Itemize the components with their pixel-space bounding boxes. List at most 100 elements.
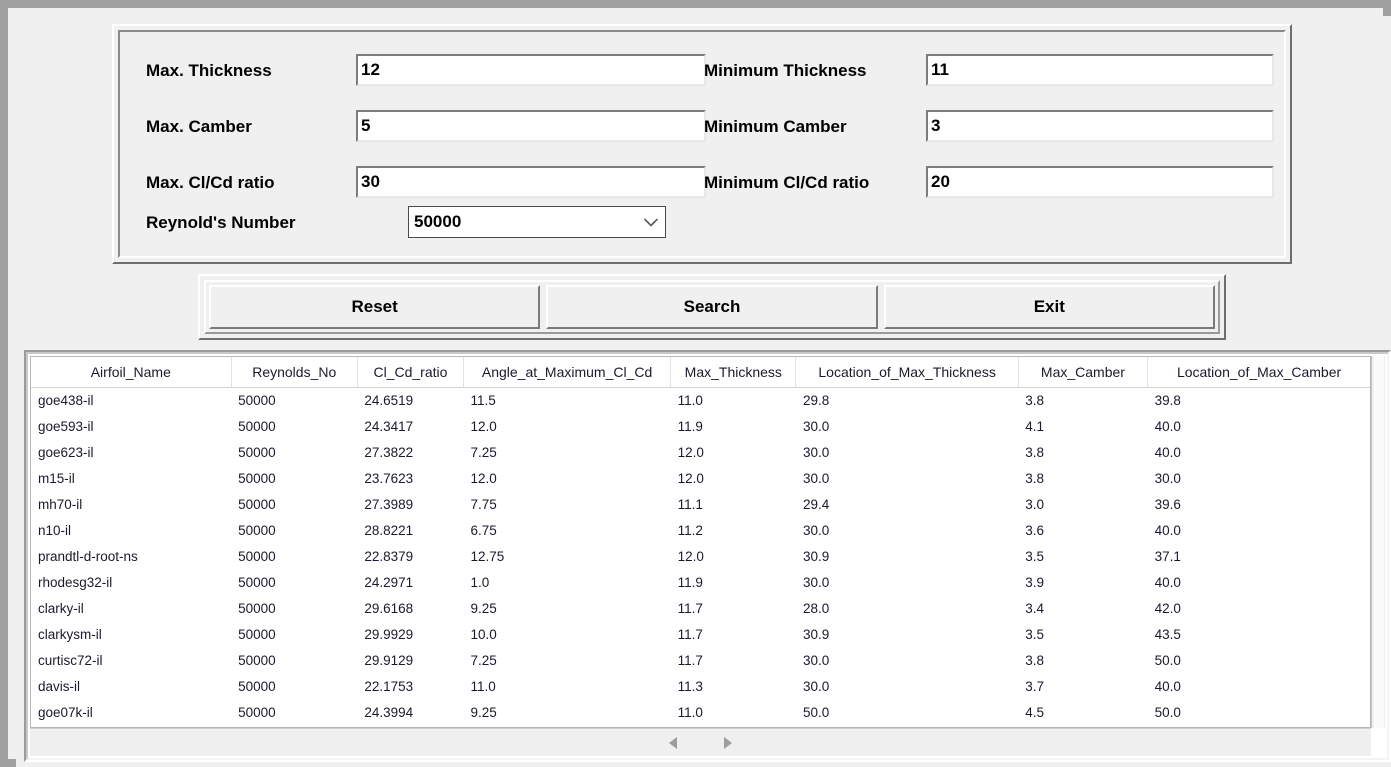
results-table-frame: Airfoil_Name Reynolds_No Cl_Cd_ratio Ang… xyxy=(24,350,1391,762)
table-cell: 3.5 xyxy=(1025,548,1045,564)
table-cell: 50000 xyxy=(238,418,276,434)
field-row-max-camber: Max. Camber 5 xyxy=(146,110,706,144)
table-cell: 50000 xyxy=(238,574,276,590)
table-cell: 50.0 xyxy=(1154,652,1181,668)
results-table-frame-inner: Airfoil_Name Reynolds_No Cl_Cd_ratio Ang… xyxy=(26,352,1389,760)
table-cell: 12.0 xyxy=(677,470,704,486)
table-cell: 30.0 xyxy=(802,418,830,434)
table-header-row: Airfoil_Name Reynolds_No Cl_Cd_ratio Ang… xyxy=(31,357,1370,388)
filter-panel-inner-bevel: Max. Thickness 12 Minimum Thickness 11 M… xyxy=(118,30,1286,258)
table-cell: 7.25 xyxy=(470,444,497,460)
filter-panel: Max. Thickness 12 Minimum Thickness 11 M… xyxy=(112,24,1292,264)
table-cell: 30.9 xyxy=(802,626,830,642)
table-cell: 50000 xyxy=(238,496,276,512)
table-row[interactable]: goe438-il 50000 24.6519 11.5 11.0 29.8 3.8 39.8 xyxy=(31,387,1370,413)
column-header-location-of-max-camber[interactable]: Location_of_Max_Camber xyxy=(1147,357,1370,388)
table-cell: 37.1 xyxy=(1154,548,1181,564)
table-cell: mh70-il xyxy=(38,496,83,512)
column-header-reynolds-no[interactable]: Reynolds_No xyxy=(231,357,358,388)
table-cell: 11.9 xyxy=(677,418,703,434)
table-cell: 42.0 xyxy=(1154,600,1181,616)
table-cell: 50000 xyxy=(238,652,276,668)
table-row[interactable]: davis-il 50000 22.1753 11.0 11.3 30.0 3.7 40.0 xyxy=(31,673,1370,699)
table-cell: m15-il xyxy=(38,470,75,486)
search-button[interactable]: Search xyxy=(546,285,878,329)
reynolds-number-select[interactable]: 50000 xyxy=(408,206,666,238)
table-cell: 9.25 xyxy=(470,704,497,720)
table-horizontal-scrollbar[interactable] xyxy=(30,728,1371,756)
column-header-max-thickness[interactable]: Max_Thickness xyxy=(670,357,797,388)
table-cell: 11.0 xyxy=(470,678,496,694)
table-cell: 30.9 xyxy=(802,548,830,564)
table-cell: 11.0 xyxy=(677,392,703,408)
app-window: Max. Thickness 12 Minimum Thickness 11 M… xyxy=(0,0,1391,767)
table-row[interactable]: clarkysm-il 50000 29.9929 10.0 11.7 30.9 3.5 43… xyxy=(31,621,1370,647)
input-max-thickness[interactable]: 12 xyxy=(356,54,706,86)
column-header-max-camber[interactable]: Max_Camber xyxy=(1018,357,1149,388)
table-row[interactable]: goe623-il 50000 27.3822 7.25 12.0 30.0 3.8 40.0 xyxy=(31,439,1370,465)
table-row[interactable]: goe07k-il 50000 24.3994 9.25 11.0 50.0 4.5 50.0 xyxy=(31,699,1370,725)
table-cell: 12.0 xyxy=(470,470,497,486)
table-cell: 4.5 xyxy=(1025,704,1045,720)
column-header-cl-cd-ratio[interactable]: Cl_Cd_ratio xyxy=(357,357,465,388)
input-minimum-camber[interactable]: 3 xyxy=(926,110,1274,142)
field-row-max-clcd: Max. Cl/Cd ratio 30 xyxy=(146,166,706,200)
input-minimum-clcd-ratio[interactable]: 20 xyxy=(926,166,1274,198)
table-cell: davis-il xyxy=(38,678,81,694)
table-cell: 40.0 xyxy=(1154,574,1181,590)
horizontal-scrollbar-track[interactable] xyxy=(30,731,1371,755)
table-cell: 22.8379 xyxy=(364,548,414,564)
table-cell: goe623-il xyxy=(38,444,94,460)
table-cell: 3.8 xyxy=(1025,652,1045,668)
table-vertical-scrollbar[interactable] xyxy=(1371,356,1385,728)
exit-button[interactable]: Exit xyxy=(883,285,1215,329)
results-table-viewport[interactable]: Airfoil_Name Reynolds_No Cl_Cd_ratio Ang… xyxy=(30,356,1371,728)
table-cell: rhodesg32-il xyxy=(38,574,113,590)
table-cell: 50.0 xyxy=(802,704,830,720)
table-cell: 50000 xyxy=(238,522,276,538)
table-cell: 11.5 xyxy=(470,392,496,408)
table-cell: 30.0 xyxy=(802,678,830,694)
table-row[interactable]: prandtl-d-root-ns 50000 22.8379 12.75 12.0 30… xyxy=(31,543,1370,569)
table-row[interactable]: mh70-il 50000 27.3989 7.75 11.1 29.4 3.0 39.6 xyxy=(31,491,1370,517)
table-cell: 10.0 xyxy=(470,626,497,642)
table-row[interactable]: goe593-il 50000 24.3417 12.0 11.9 30.0 4.1 40.0 xyxy=(31,413,1370,439)
table-cell: 11.9 xyxy=(677,574,703,590)
table-cell: 43.5 xyxy=(1154,626,1181,642)
column-header-angle-at-maximum-cl-cd[interactable]: Angle_at_Maximum_Cl_Cd xyxy=(463,357,672,388)
table-cell: 11.7 xyxy=(677,652,703,668)
column-header-location-of-max-thickness[interactable]: Location_of_Max_Thickness xyxy=(795,357,1019,388)
table-cell: 29.9929 xyxy=(364,626,414,642)
table-cell: 50000 xyxy=(238,678,276,694)
table-cell: 3.0 xyxy=(1025,496,1045,512)
table-cell: 30.0 xyxy=(802,574,830,590)
label-max-clcd-ratio: Max. Cl/Cd ratio xyxy=(146,173,275,192)
input-max-clcd-ratio[interactable]: 30 xyxy=(356,166,706,198)
triangle-left-icon[interactable] xyxy=(659,731,689,755)
table-row[interactable]: m15-il 50000 23.7623 12.0 12.0 30.0 3.8 30.0 xyxy=(31,465,1370,491)
table-row[interactable]: clarky-il 50000 29.6168 9.25 11.7 28.0 3.4 42.0 xyxy=(31,595,1370,621)
table-cell: 12.0 xyxy=(677,548,704,564)
table-row[interactable]: n10-il 50000 28.8221 6.75 11.2 30.0 3.6 40.0 xyxy=(31,517,1370,543)
chevron-down-icon[interactable] xyxy=(637,207,665,237)
vertical-scrollbar-track[interactable] xyxy=(1374,356,1384,728)
table-row[interactable]: rhodesg32-il 50000 24.2971 1.0 11.9 30.0 3.9 40… xyxy=(31,569,1370,595)
label-minimum-thickness: Minimum Thickness xyxy=(704,61,867,80)
reynolds-number-value: 50000 xyxy=(414,212,462,231)
results-table-body: goe438-il 50000 24.6519 11.5 11.0 29.8 3.8 39.8… xyxy=(31,387,1370,725)
table-cell: 7.25 xyxy=(470,652,497,668)
table-cell: 50000 xyxy=(238,470,276,486)
table-cell: 50000 xyxy=(238,548,276,564)
table-cell: n10-il xyxy=(38,522,72,538)
table-cell: 3.8 xyxy=(1025,444,1045,460)
input-minimum-thickness[interactable]: 11 xyxy=(926,54,1274,86)
table-cell: 24.6519 xyxy=(364,392,414,408)
table-cell: 4.1 xyxy=(1025,418,1045,434)
column-header-airfoil-name[interactable]: Airfoil_Name xyxy=(31,357,232,388)
table-row[interactable]: curtisc72-il 50000 29.9129 7.25 11.7 30.0 3.8 5… xyxy=(31,647,1370,673)
triangle-right-icon[interactable] xyxy=(713,731,743,755)
reset-button[interactable]: Reset xyxy=(209,285,541,329)
input-max-camber[interactable]: 5 xyxy=(356,110,706,142)
table-cell: 12.0 xyxy=(677,444,704,460)
table-cell: 11.0 xyxy=(677,704,703,720)
